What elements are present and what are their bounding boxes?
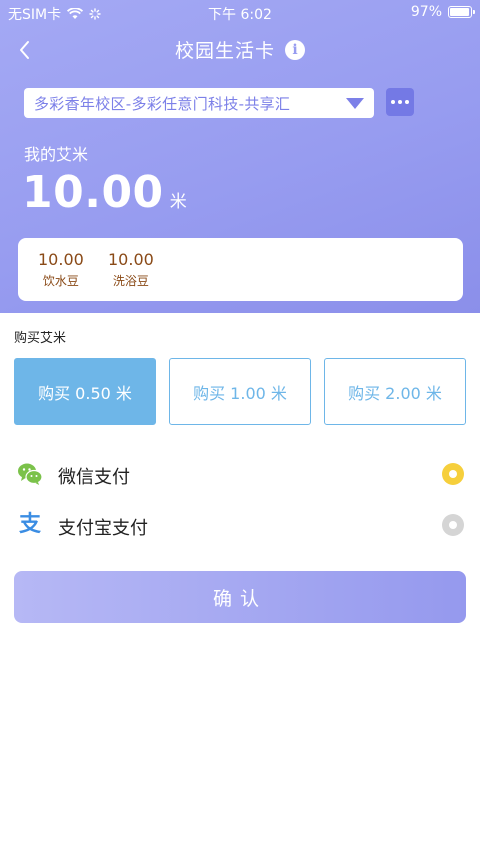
nav-title-group: 校园生活卡 i bbox=[0, 36, 480, 63]
bean-value: 10.00 bbox=[108, 250, 154, 269]
buy-option-1-00[interactable]: 购买 1.00 米 bbox=[169, 358, 311, 425]
payment-alipay-radio[interactable] bbox=[442, 514, 464, 536]
wechat-pay-icon bbox=[18, 463, 43, 485]
campus-selector[interactable]: 多彩香年校区-多彩任意门科技-共享汇 bbox=[24, 88, 374, 118]
payment-alipay-label: 支付宝支付 bbox=[58, 518, 148, 539]
payment-alipay-row[interactable]: 支 支付宝支付 bbox=[0, 505, 480, 545]
bean-bath[interactable]: 10.00 洗浴豆 bbox=[108, 250, 154, 289]
payment-wechat-radio[interactable] bbox=[442, 463, 464, 485]
alipay-icon: 支 bbox=[18, 512, 41, 537]
balance-value: 10.00 bbox=[22, 167, 164, 218]
buy-section-label: 购买艾米 bbox=[14, 331, 67, 346]
status-time: 下午 6:02 bbox=[208, 7, 272, 23]
buy-option-2-00[interactable]: 购买 2.00 米 bbox=[324, 358, 466, 425]
bean-value: 10.00 bbox=[38, 250, 84, 269]
triangle-down-icon bbox=[346, 98, 364, 109]
payment-wechat-row[interactable]: 微信支付 bbox=[0, 454, 480, 494]
battery-percent: 97% bbox=[410, 4, 442, 20]
bean-label: 洗浴豆 bbox=[112, 274, 149, 288]
beans-card: 10.00 饮水豆 10.00 洗浴豆 bbox=[18, 238, 463, 301]
confirm-button[interactable]: 确认 bbox=[14, 571, 466, 623]
status-right: 97% bbox=[410, 4, 475, 20]
status-bar: 无SIM卡 下午 6:02 97% bbox=[0, 0, 480, 24]
bean-label: 饮水豆 bbox=[42, 274, 79, 288]
more-dot bbox=[398, 100, 402, 104]
info-icon[interactable]: i bbox=[285, 39, 305, 60]
more-options-button[interactable] bbox=[386, 88, 414, 116]
campus-selected-text: 多彩香年校区-多彩任意门科技-共享汇 bbox=[34, 94, 291, 113]
battery-icon bbox=[448, 6, 475, 18]
more-dot bbox=[391, 100, 395, 104]
balance-label: 我的艾米 bbox=[24, 145, 89, 164]
balance-display: 10.00 米 bbox=[22, 167, 187, 218]
balance-unit: 米 bbox=[169, 192, 187, 212]
bean-water[interactable]: 10.00 饮水豆 bbox=[38, 250, 84, 289]
more-dot bbox=[405, 100, 409, 104]
page-title: 校园生活卡 bbox=[174, 40, 275, 62]
radio-dot bbox=[449, 521, 457, 529]
battery-fill bbox=[450, 8, 470, 16]
buy-option-0-50[interactable]: 购买 0.50 米 bbox=[14, 358, 156, 425]
radio-dot bbox=[449, 470, 457, 478]
nav-bar: 校园生活卡 i bbox=[0, 28, 480, 72]
payment-wechat-label: 微信支付 bbox=[58, 467, 130, 488]
